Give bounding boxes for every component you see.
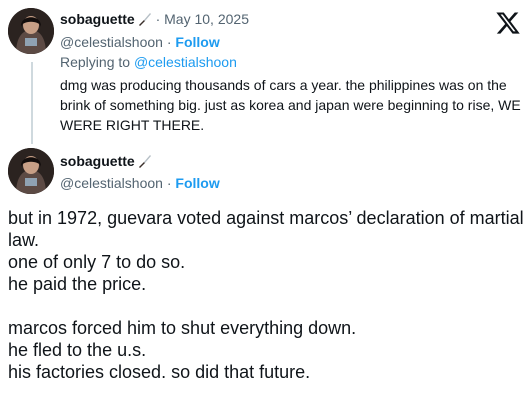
replying-to-handle[interactable]: @celestialshoon [134,54,237,70]
follow-button[interactable]: Follow [175,175,219,191]
tweet-line: one of only 7 to do so. [8,252,186,272]
quoted-tweet-subheader: @celestialshoon · Follow [60,34,220,51]
separator-dot: · [155,11,161,27]
follow-button[interactable]: Follow [175,34,219,50]
avatar[interactable] [8,148,54,194]
separator-dot: · [166,34,172,50]
main-tweet-header: sobaguette [60,153,152,172]
author-handle[interactable]: @celestialshoon [60,175,163,191]
avatar-image [8,148,54,194]
thread-connector-line [31,62,33,144]
author-name[interactable]: sobaguette [60,153,135,169]
x-logo-icon[interactable] [495,10,521,36]
replying-to: Replying to @celestialshoon [60,54,237,71]
tweet-line: but in 1972, guevara voted against marco… [8,208,524,250]
replying-to-label: Replying to [60,54,131,70]
tweet-line: his factories closed. so did that future… [8,362,311,382]
tweet-line: he paid the price. [8,274,147,294]
avatar-image [8,8,54,54]
author-name[interactable]: sobaguette [60,11,135,27]
knife-emoji-icon [138,154,152,172]
tweet-date[interactable]: May 10, 2025 [164,11,249,27]
main-tweet-subheader: @celestialshoon · Follow [60,175,220,192]
author-handle[interactable]: @celestialshoon [60,34,163,50]
knife-emoji-icon [138,12,152,30]
quoted-tweet-text: dmg was producing thousands of cars a ye… [60,77,521,133]
tweet-line: he fled to the u.s. [8,340,147,360]
tweet-line: marcos forced him to shut everything dow… [8,318,357,338]
avatar[interactable] [8,8,54,54]
separator-dot: · [166,175,172,191]
main-tweet-text: but in 1972, guevara voted against marco… [8,207,528,383]
quoted-tweet-header: sobaguette · May 10, 2025 [60,11,249,30]
